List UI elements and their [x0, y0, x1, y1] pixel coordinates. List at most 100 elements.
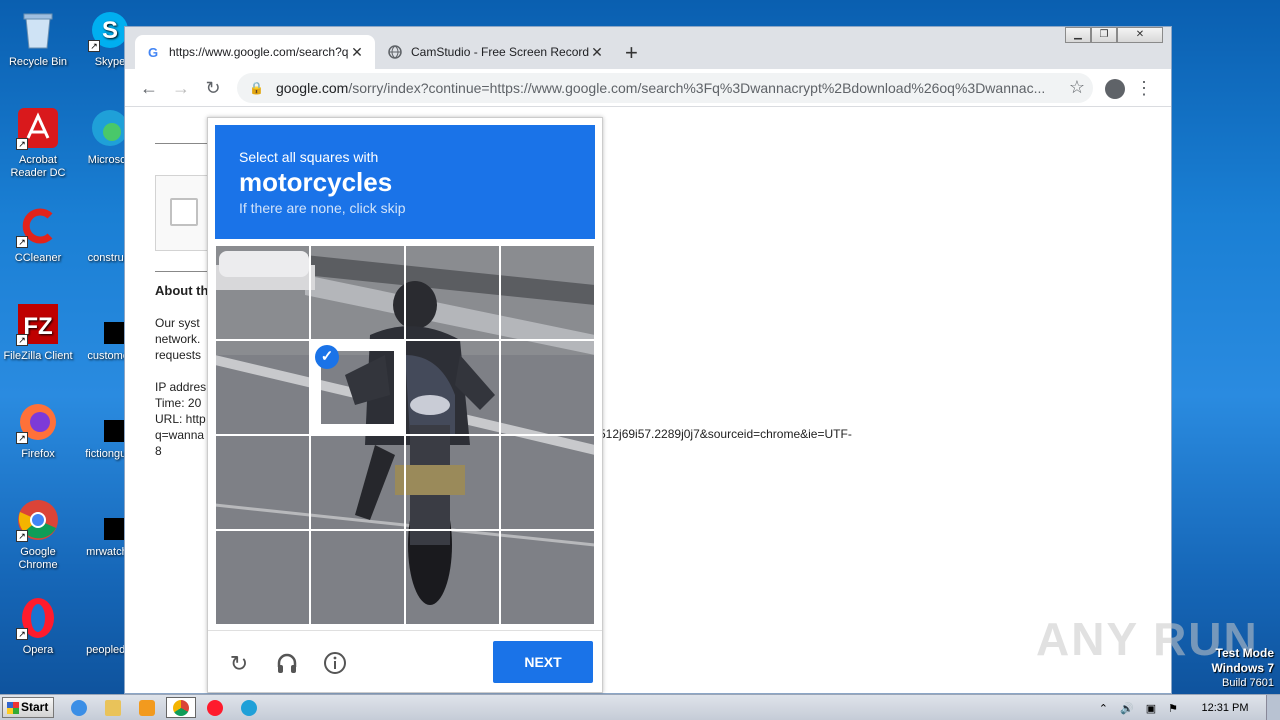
challenge-tile[interactable] — [215, 530, 310, 625]
challenge-footer: ↻ NEXT — [208, 630, 602, 694]
divider — [155, 143, 215, 144]
window-controls: ▁ ❐ ✕ — [1065, 27, 1163, 43]
forward-arrow-icon[interactable]: → — [169, 76, 193, 100]
challenge-tile[interactable] — [405, 340, 500, 435]
about-line: requests — [155, 348, 202, 362]
profile-avatar-icon[interactable] — [1105, 79, 1125, 99]
google-g-icon: G — [147, 44, 159, 60]
network-icon[interactable]: ▣ — [1146, 702, 1156, 715]
challenge-tile-selected[interactable]: ✓ — [310, 340, 405, 435]
browser-toolbar: ← → ↻ 🔒 google.com /sorry/index?continue… — [125, 69, 1171, 107]
about-line: Our syst — [155, 316, 200, 330]
challenge-tile[interactable] — [500, 530, 595, 625]
reload-challenge-icon[interactable]: ↻ — [226, 651, 252, 677]
challenge-tile[interactable] — [215, 435, 310, 530]
tab-camstudio[interactable]: CamStudio - Free Screen Recording ✕ — [377, 35, 615, 69]
close-tab-icon[interactable]: ✕ — [589, 44, 605, 61]
clock[interactable]: 12:31 PM — [1190, 702, 1260, 714]
bookmark-star-icon[interactable]: ☆ — [1069, 77, 1085, 98]
challenge-tile[interactable] — [405, 530, 500, 625]
challenge-hint: If there are none, click skip — [239, 200, 406, 216]
lock-icon: 🔒 — [249, 81, 264, 95]
taskbar-chrome[interactable] — [166, 697, 196, 718]
desktop-icon-opera[interactable]: ↗ Opera — [0, 596, 76, 657]
svg-text:S: S — [102, 17, 118, 44]
tab-google-search[interactable]: G https://www.google.com/search?q= ✕ — [135, 35, 375, 69]
ie-icon — [71, 699, 87, 716]
challenge-target: motorcycles — [239, 167, 393, 197]
show-desktop-button[interactable] — [1266, 695, 1280, 720]
system-tray: ⌃ 🔊 ▣ ⚑ 12:31 PM — [1093, 695, 1280, 720]
url-tail-text: 512j69i57.2289j0j7&sourceid=chrome&ie=UT… — [599, 427, 852, 441]
windows-logo-icon — [7, 702, 19, 714]
menu-kebab-icon[interactable]: ⋮ — [1135, 76, 1153, 100]
taskbar: Start ⌃ 🔊 ▣ ⚑ 12:31 PM — [0, 694, 1280, 720]
taskbar-ie[interactable] — [64, 697, 94, 718]
url-line: q=wanna — [155, 428, 205, 442]
opera-icon: ↗ — [16, 596, 60, 640]
recaptcha-checkbox[interactable] — [170, 198, 198, 226]
maximize-button[interactable]: ❐ — [1091, 27, 1117, 43]
back-arrow-icon[interactable]: ← — [137, 76, 161, 100]
challenge-tile[interactable] — [500, 245, 595, 340]
challenge-header: Select all squares with motorcycles If t… — [215, 125, 595, 239]
desktop-icon-filezilla[interactable]: FZ ↗ FileZilla Client — [0, 302, 76, 363]
chrome-icon — [173, 699, 189, 716]
edge-icon — [241, 699, 257, 716]
divider — [155, 271, 215, 272]
start-button[interactable]: Start — [2, 697, 54, 718]
globe-icon — [387, 44, 403, 60]
challenge-tile[interactable] — [405, 245, 500, 340]
close-tab-icon[interactable]: ✕ — [349, 44, 365, 61]
desktop-icon-google-chrome[interactable]: ↗ Google Chrome — [0, 498, 76, 572]
volume-icon[interactable]: 🔊 — [1120, 702, 1134, 715]
challenge-tile[interactable] — [215, 245, 310, 340]
checkmark-icon: ✓ — [315, 345, 339, 369]
desktop-icon-ccleaner[interactable]: ↗ CCleaner — [0, 204, 76, 265]
reload-icon[interactable]: ↻ — [201, 76, 225, 100]
desktop-icon-recycle-bin[interactable]: Recycle Bin — [0, 8, 76, 69]
challenge-tile[interactable] — [500, 340, 595, 435]
close-window-button[interactable]: ✕ — [1117, 27, 1163, 43]
challenge-tile[interactable] — [500, 435, 595, 530]
audio-challenge-icon[interactable] — [274, 651, 300, 677]
info-icon[interactable] — [322, 651, 348, 677]
desktop-icon-acrobat[interactable]: ↗ Acrobat Reader DC — [0, 106, 76, 180]
challenge-tile[interactable] — [310, 435, 405, 530]
ccleaner-icon: ↗ — [16, 204, 60, 248]
tab-strip: G https://www.google.com/search?q= ✕ Cam… — [125, 27, 1171, 69]
tray-expand-icon[interactable]: ⌃ — [1099, 702, 1108, 715]
time-line: Time: 20 — [155, 396, 202, 410]
challenge-tile[interactable] — [310, 530, 405, 625]
about-heading: About th — [155, 283, 209, 298]
new-tab-button[interactable]: + — [625, 40, 638, 66]
taskbar-opera[interactable] — [200, 697, 230, 718]
recaptcha-widget — [155, 175, 211, 251]
tile-grid: ✓ — [215, 245, 595, 625]
filezilla-icon: FZ ↗ — [16, 302, 60, 346]
next-button[interactable]: NEXT — [493, 641, 593, 683]
url-line: 8 — [155, 444, 162, 458]
folder-icon — [105, 699, 121, 716]
minimize-button[interactable]: ▁ — [1065, 27, 1091, 43]
challenge-tile[interactable] — [310, 245, 405, 340]
url-line: URL: http — [155, 412, 206, 426]
taskbar-edge[interactable] — [234, 697, 264, 718]
challenge-instruction: Select all squares with — [239, 149, 379, 165]
desktop-icon-firefox[interactable]: ↗ Firefox — [0, 400, 76, 461]
taskbar-explorer[interactable] — [98, 697, 128, 718]
challenge-tile[interactable] — [215, 340, 310, 435]
chrome-icon: ↗ — [16, 498, 60, 542]
address-bar[interactable]: 🔒 google.com /sorry/index?continue=https… — [237, 73, 1093, 103]
recycle-bin-icon — [16, 8, 60, 52]
opera-icon — [207, 699, 223, 716]
ip-line: IP addres — [155, 380, 207, 394]
taskbar-media-player[interactable] — [132, 697, 162, 718]
test-mode-notice: Test Mode Windows 7 Build 7601 — [1211, 646, 1274, 689]
challenge-tile[interactable] — [405, 435, 500, 530]
recaptcha-challenge: Select all squares with motorcycles If t… — [207, 117, 603, 693]
action-center-flag-icon[interactable]: ⚑ — [1168, 702, 1178, 715]
firefox-icon: ↗ — [16, 400, 60, 444]
acrobat-icon: ↗ — [16, 106, 60, 150]
about-line: network. — [155, 332, 201, 346]
